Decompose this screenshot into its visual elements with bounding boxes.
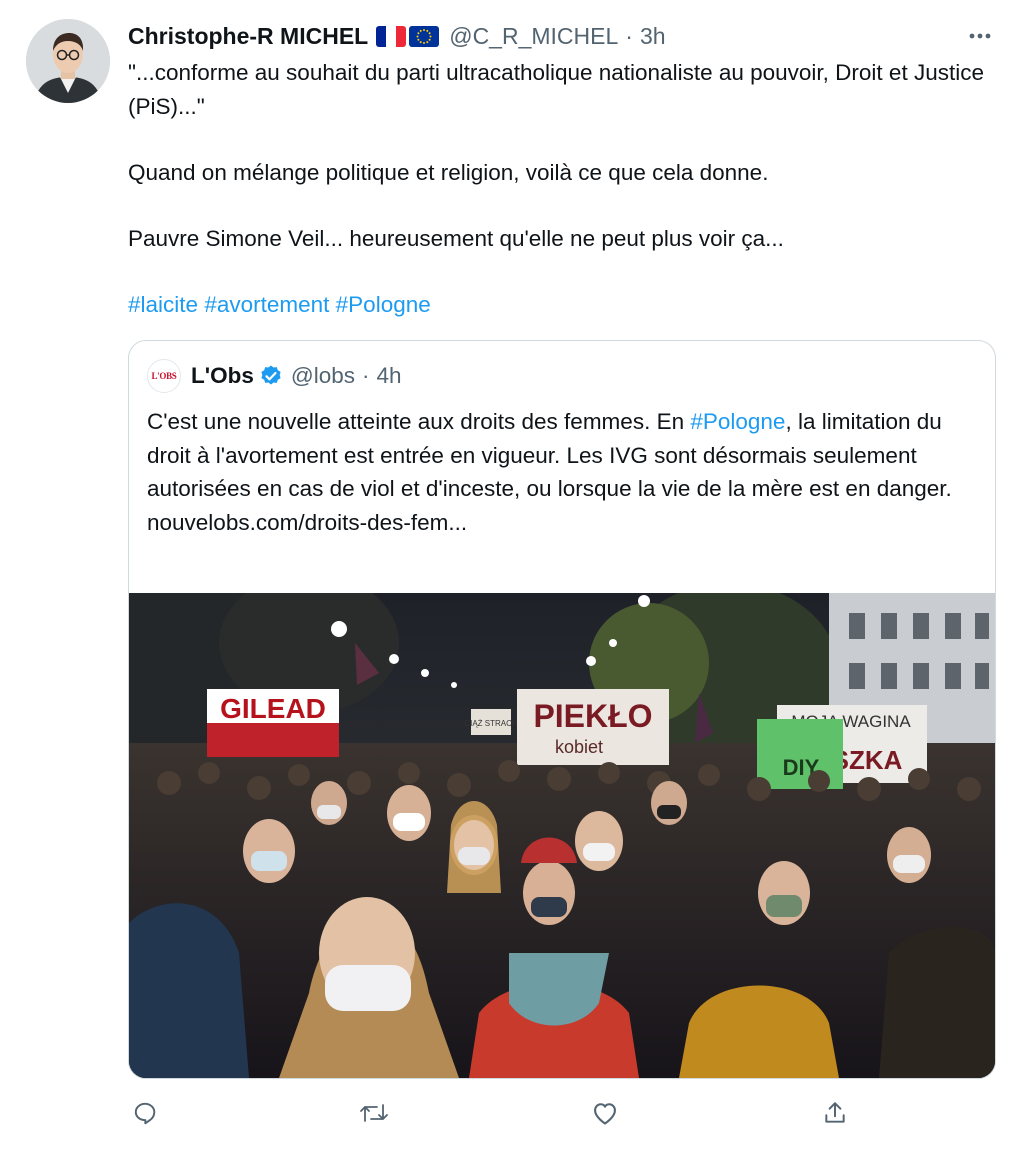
share-icon [825, 1102, 845, 1123]
like-button[interactable] [588, 1096, 622, 1130]
tweet-paragraph: Pauvre Simone Veil... heureusement qu'el… [128, 226, 784, 251]
reply-icon [134, 1102, 156, 1125]
quoted-text: C'est une nouvelle atteinte aux droits d… [147, 409, 691, 434]
quoted-tweet-text: C'est une nouvelle atteinte aux droits d… [147, 405, 977, 539]
more-dots-icon [969, 33, 991, 39]
quoted-meta: @lobs · 4h [291, 363, 402, 389]
tweet-paragraph: "...conforme au souhait du parti ultraca… [128, 60, 984, 119]
hashtag-link[interactable]: #Pologne [336, 292, 431, 317]
reply-button[interactable] [128, 1096, 162, 1130]
sign-strach: CIĄŻ STRACH [464, 719, 518, 728]
hashtag-link[interactable]: #Pologne [690, 409, 785, 434]
author-meta: @C_R_MICHEL · 3h [449, 23, 665, 50]
author-name[interactable]: Christophe-R MICHEL [128, 23, 368, 50]
tweet-time[interactable]: 3h [640, 23, 666, 50]
quoted-tweet-header: L'OBS L'Obs @lobs · 4h [147, 359, 402, 393]
retweet-icon [360, 1104, 388, 1122]
quoted-tweet-card[interactable]: L'OBS L'Obs @lobs · 4h C'est une nouvell… [128, 340, 996, 1079]
like-icon [594, 1103, 616, 1125]
sign-pieklo: PIEKŁO [533, 698, 652, 734]
tweet-paragraph: Quand on mélange politique et religion, … [128, 160, 769, 185]
sign-gilead: GILEAD [220, 693, 326, 724]
retweet-button[interactable] [357, 1096, 391, 1130]
quoted-author-avatar[interactable]: L'OBS [147, 359, 181, 393]
eu-flag-icon [409, 25, 440, 47]
author-avatar[interactable] [26, 19, 110, 103]
author-handle[interactable]: @C_R_MICHEL [449, 23, 618, 50]
verified-badge-icon [259, 364, 283, 388]
hashtag-link[interactable]: #laicite [128, 292, 198, 317]
tweet-action-bar [0, 1096, 1024, 1130]
article-link[interactable]: nouvelobs.com/droits-des-fem... [147, 510, 467, 535]
quoted-author-name[interactable]: L'Obs [191, 363, 254, 389]
share-button[interactable] [818, 1096, 852, 1130]
hashtag-link[interactable]: #avortement [204, 292, 329, 317]
tweet-hashtags: #laicite #avortement #Pologne [128, 288, 431, 322]
france-flag-icon [376, 25, 407, 47]
more-options-button[interactable] [960, 22, 1000, 50]
meta-separator: · [361, 363, 370, 388]
quoted-handle[interactable]: @lobs [291, 363, 355, 389]
meta-separator: · [625, 22, 633, 49]
sign-pieklo-sub: kobiet [555, 737, 603, 757]
author-flags [376, 25, 440, 47]
quoted-time[interactable]: 4h [376, 363, 401, 389]
tweet-header: Christophe-R MICHEL @C_R_MICHEL · 3h [128, 22, 666, 50]
protest-photo[interactable]: GILEAD PIEKŁO kobiet MOJA WAGINA SZKA DI… [129, 593, 995, 1078]
avatar-image [26, 19, 110, 103]
